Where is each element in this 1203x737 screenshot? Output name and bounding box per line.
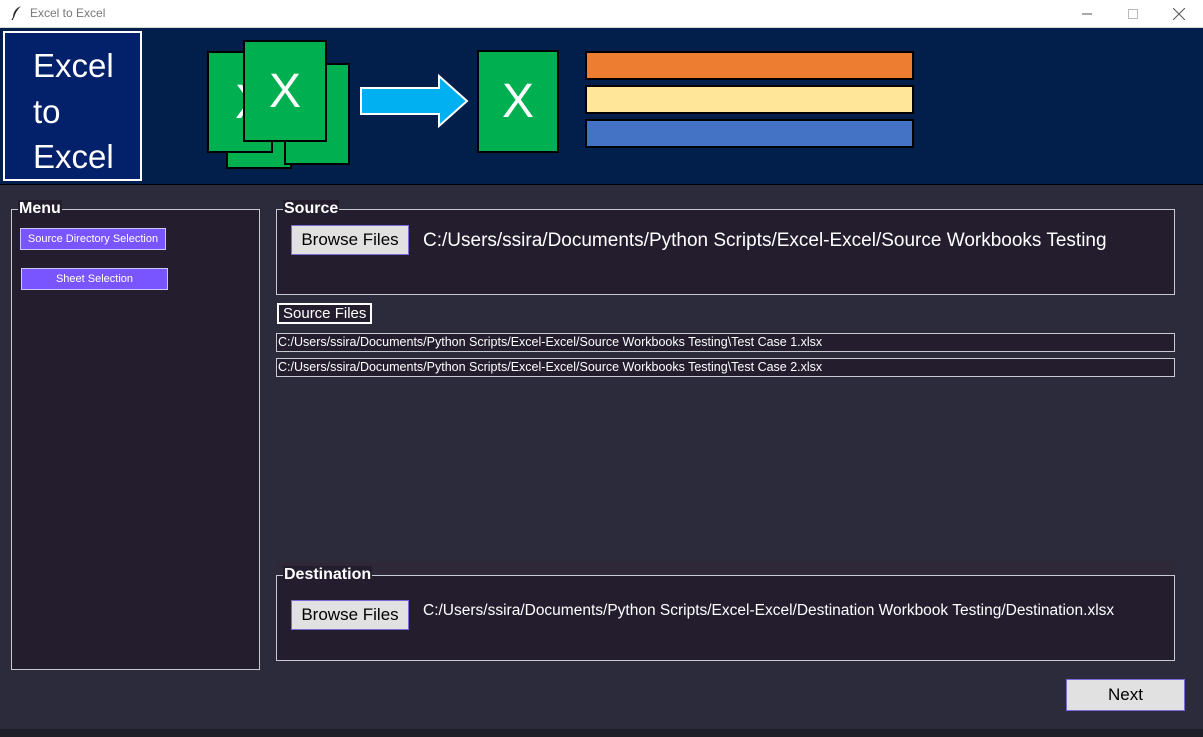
banner: Excel to Excel X X X [0, 28, 1203, 185]
maximize-icon [1128, 8, 1138, 19]
logo-box: Excel to Excel [3, 31, 142, 181]
orange-bar [585, 51, 914, 80]
file-list-item[interactable]: C:/Users/ssira/Documents/Python Scripts/… [276, 333, 1175, 352]
source-files-label: Source Files [277, 303, 373, 324]
window-title: Excel to Excel [30, 6, 106, 20]
excel-result-icon: X [477, 50, 559, 153]
destination-browse-button[interactable]: Browse Files [291, 600, 409, 630]
destination-header-strip [276, 562, 1175, 574]
sheet-selection-button[interactable]: Sheet Selection [21, 268, 168, 290]
feather-icon [11, 6, 21, 21]
minimize-button[interactable] [1064, 0, 1110, 27]
next-button[interactable]: Next [1066, 679, 1185, 711]
source-path: C:/Users/ssira/Documents/Python Scripts/… [423, 230, 1107, 251]
maximize-button[interactable] [1110, 0, 1156, 27]
source-directory-selection-button[interactable]: Source Directory Selection [20, 228, 166, 250]
close-button[interactable] [1156, 0, 1202, 27]
bottom-strip [0, 729, 1203, 737]
minimize-icon [1082, 13, 1092, 14]
source-title: Source [283, 200, 340, 218]
destination-title: Destination [283, 566, 373, 584]
yellow-bar [585, 85, 914, 114]
blue-bar [585, 119, 914, 148]
title-bar: Excel to Excel [0, 0, 1203, 28]
logo-text: Excel to Excel [33, 47, 114, 175]
menu-title: Menu [18, 200, 62, 218]
source-panel [276, 209, 1175, 295]
arrow-right-icon [360, 73, 469, 129]
source-browse-button[interactable]: Browse Files [291, 225, 409, 255]
close-icon [1173, 7, 1185, 20]
destination-path: C:/Users/ssira/Documents/Python Scripts/… [423, 602, 1115, 619]
file-list-item[interactable]: C:/Users/ssira/Documents/Python Scripts/… [276, 358, 1175, 377]
excel-file-icon: X [243, 40, 327, 142]
